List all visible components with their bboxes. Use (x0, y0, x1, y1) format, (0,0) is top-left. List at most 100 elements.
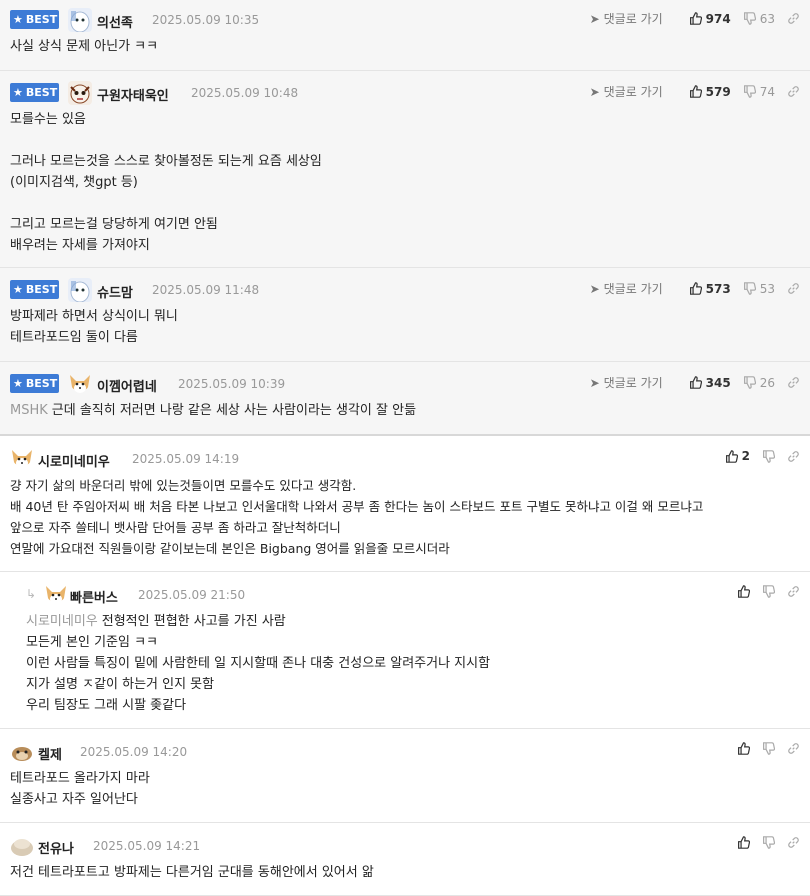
share-link-button[interactable] (787, 282, 800, 295)
downvote-button[interactable]: 74 (743, 85, 775, 99)
thumbs-up-icon (738, 585, 750, 598)
comment-date: 2025.05.09 14:21 (93, 839, 201, 853)
author-nick[interactable]: 켈제 (38, 744, 62, 763)
upvote-button[interactable]: 579 (689, 85, 731, 99)
author-nick[interactable]: 의선족 (97, 12, 133, 31)
link-icon (788, 586, 799, 597)
downvote-button[interactable] (762, 742, 775, 755)
author-nick[interactable]: 구원자태욱인 (97, 85, 169, 104)
send-icon: ➤ (589, 375, 600, 390)
comment-date: 2025.05.09 14:20 (80, 745, 188, 759)
upvote-button[interactable]: 2 (725, 449, 750, 463)
mention-tag[interactable]: 시로미네미우 (26, 614, 98, 629)
best-badge: ★ BEST (10, 280, 59, 299)
avatar[interactable] (68, 372, 92, 396)
comment-body: 걍 자기 삶의 바운더리 밖에 있는것들이면 모를수도 있다고 생각함. 배 4… (10, 478, 704, 556)
author-nick[interactable]: 이껨어렵네 (97, 376, 157, 395)
go-to-reply-link[interactable]: ➤ 댓글로 가기 (590, 280, 663, 297)
send-icon: ➤ (589, 84, 600, 99)
best-badge: ★ BEST (10, 83, 59, 102)
reply-comment: ↳ 빠른버스 2025.05.09 21:50 시로미네미우 전형적인 편협한 사… (0, 572, 810, 729)
thumbs-down-icon (763, 742, 775, 755)
upvote-button[interactable]: 974 (689, 12, 731, 26)
comment: 전유나 2025.05.09 14:21 저건 테트라포트고 방파제는 다른거임… (0, 823, 810, 896)
avatar[interactable] (10, 834, 34, 858)
comment-body: 시로미네미우 전형적인 편협한 사고를 가진 사람 모든게 본인 기준임 ㅋㅋ 이… (26, 614, 491, 713)
best-comment: ★ BEST 의선족 2025.05.09 10:35 ➤ 댓글로 가기 974 6… (0, 0, 810, 71)
share-link-button[interactable] (787, 742, 800, 755)
link-icon (788, 283, 799, 294)
best-comment: ★ BEST 슈드맘 2025.05.09 11:48 ➤ 댓글로 가기 573 5… (0, 268, 810, 362)
upvote-button[interactable]: 573 (689, 282, 731, 296)
comment-date: 2025.05.09 21:50 (138, 588, 246, 602)
author-nick[interactable]: 전유나 (38, 838, 74, 857)
avatar[interactable] (10, 447, 34, 471)
thumbs-down-icon (743, 282, 756, 295)
send-icon: ➤ (589, 11, 600, 26)
avatar[interactable] (44, 583, 68, 607)
comment-date: 2025.05.09 10:35 (152, 13, 260, 27)
avatar[interactable] (10, 740, 34, 764)
go-to-reply-link[interactable]: ➤ 댓글로 가기 (590, 10, 663, 27)
thumbs-up-icon (738, 742, 750, 755)
avatar[interactable] (68, 278, 92, 302)
comment-body: 사실 상식 문제 아닌가 ㅋㅋ (10, 39, 159, 54)
thumbs-up-icon (689, 12, 702, 25)
best-comment: ★ BEST 이껨어렵네 2025.05.09 10:39 ➤ 댓글로 가기 345… (0, 362, 810, 436)
author-nick[interactable]: 빠른버스 (70, 587, 118, 606)
downvote-button[interactable]: 26 (743, 376, 775, 390)
link-icon (788, 450, 799, 462)
share-link-button[interactable] (787, 376, 800, 389)
send-icon: ➤ (589, 281, 600, 296)
link-icon (788, 837, 799, 848)
mention-tag[interactable]: MSHK (10, 403, 48, 418)
go-to-reply-link[interactable]: ➤ 댓글로 가기 (590, 83, 663, 100)
star-icon: ★ (13, 377, 23, 390)
comment: 켈제 2025.05.09 14:20 테트라포드 올라가지 마라 실종사고 자… (0, 729, 810, 823)
best-badge: ★ BEST (10, 374, 59, 393)
downvote-button[interactable]: 53 (743, 282, 775, 296)
link-icon (788, 13, 799, 24)
go-to-reply-link[interactable]: ➤ 댓글로 가기 (590, 374, 663, 391)
share-link-button[interactable] (787, 585, 800, 598)
best-comment: ★ BEST 구원자태욱인 2025.05.09 10:48 ➤ 댓글로 가기 57… (0, 71, 810, 268)
upvote-button[interactable] (737, 836, 750, 849)
share-link-button[interactable] (787, 85, 800, 98)
share-link-button[interactable] (787, 450, 800, 463)
author-nick[interactable]: 시로미네미우 (38, 451, 110, 470)
thumbs-down-icon (743, 376, 756, 389)
best-badge: ★ BEST (10, 10, 59, 29)
star-icon: ★ (13, 283, 23, 296)
thumbs-up-icon (689, 85, 702, 98)
thumbs-up-icon (725, 449, 738, 463)
comment-date: 2025.05.09 10:39 (178, 377, 286, 391)
link-icon (788, 377, 799, 388)
share-link-button[interactable] (787, 836, 800, 849)
share-link-button[interactable] (787, 12, 800, 25)
downvote-button[interactable] (762, 585, 775, 598)
thumbs-down-icon (763, 836, 775, 849)
thumbs-down-icon (743, 85, 756, 98)
comment-body: 방파제라 하면서 상식이니 뭐니 테트라포드임 둘이 다름 (10, 309, 178, 345)
downvote-button[interactable]: 63 (743, 12, 775, 26)
thumbs-down-icon (743, 12, 756, 25)
avatar[interactable] (68, 8, 92, 32)
comment: 시로미네미우 2025.05.09 14:19 2 걍 자기 삶의 바운더리 밖… (0, 436, 810, 572)
comment-body: 테트라포드 올라가지 마라 실종사고 자주 일어난다 (10, 771, 150, 807)
thumbs-up-icon (689, 282, 702, 295)
comment-date: 2025.05.09 10:48 (191, 86, 299, 100)
thumbs-up-icon (689, 376, 702, 389)
comment-body: 모를수는 있음 그러나 모르는것을 스스로 찾아볼정돈 되는게 요즘 세상임 (… (10, 112, 322, 253)
upvote-button[interactable] (737, 742, 750, 755)
comment-date: 2025.05.09 14:19 (132, 452, 240, 466)
upvote-button[interactable]: 345 (689, 376, 731, 390)
downvote-button[interactable] (762, 836, 775, 849)
avatar[interactable] (68, 81, 92, 105)
upvote-button[interactable] (737, 585, 750, 598)
star-icon: ★ (13, 13, 23, 26)
link-icon (788, 743, 799, 754)
thumbs-down-icon (763, 585, 775, 598)
thumbs-down-icon (763, 449, 775, 463)
downvote-button[interactable] (762, 449, 775, 463)
author-nick[interactable]: 슈드맘 (97, 282, 133, 301)
